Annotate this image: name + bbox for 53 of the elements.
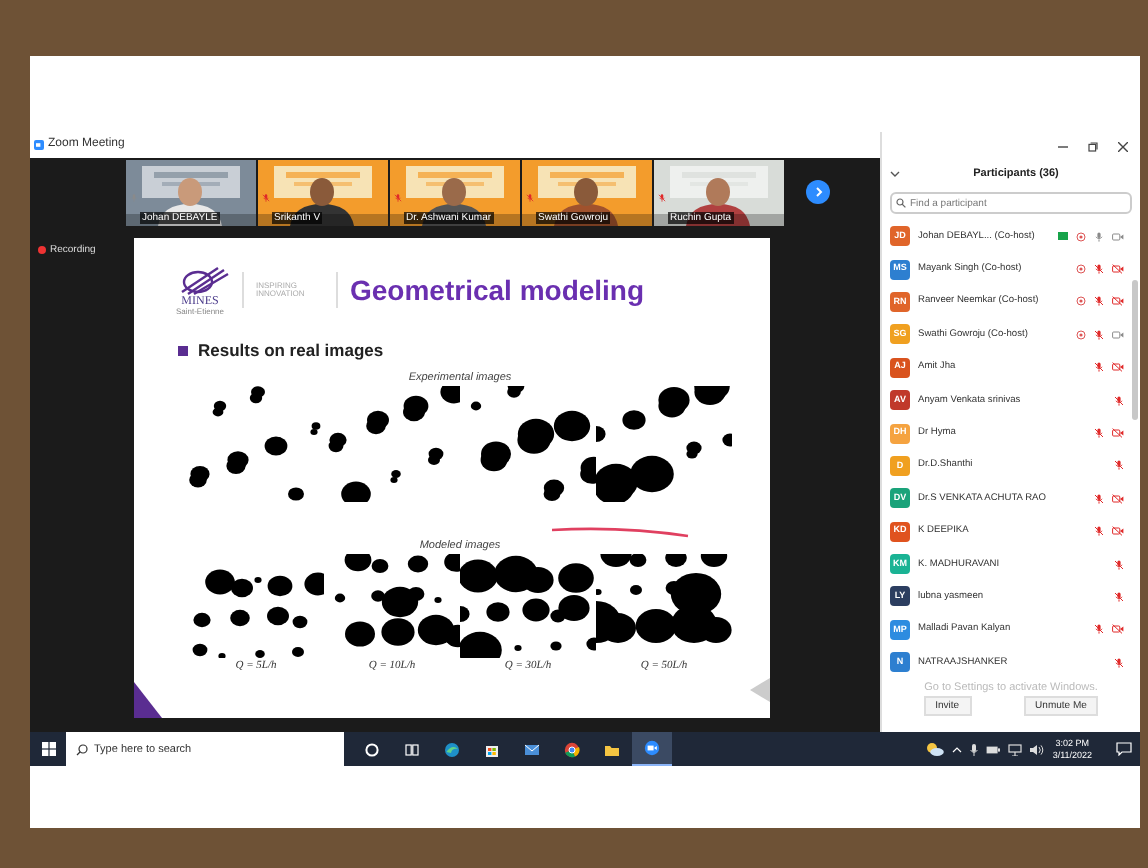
battery-icon[interactable] <box>986 745 1001 753</box>
triangle-decoration <box>750 678 770 702</box>
minimize-icon[interactable] <box>1058 141 1068 151</box>
muted-mic-icon[interactable] <box>1094 264 1104 275</box>
video-camera-icon[interactable] <box>1112 329 1124 340</box>
weather-icon[interactable] <box>926 742 945 756</box>
video-off-icon[interactable] <box>1112 264 1124 275</box>
video-camera-icon <box>644 740 660 756</box>
video-camera-icon[interactable] <box>1112 231 1124 242</box>
muted-mic-icon[interactable] <box>1094 493 1104 504</box>
windows-start-icon[interactable] <box>41 742 55 756</box>
muted-mic-icon[interactable] <box>1094 526 1104 537</box>
muted-mic-icon[interactable] <box>1114 591 1124 602</box>
video-off-icon[interactable] <box>1112 296 1124 307</box>
speaker-icon[interactable] <box>1030 743 1045 755</box>
edge-browser-icon <box>444 741 460 757</box>
muted-mic-icon[interactable] <box>1114 657 1124 668</box>
video-off-icon[interactable] <box>1112 624 1124 635</box>
muted-mic-icon[interactable] <box>1094 329 1104 340</box>
triangle-decoration <box>134 682 162 718</box>
microphone-icon[interactable] <box>970 743 979 755</box>
video-off-icon[interactable] <box>1112 362 1124 373</box>
video-off-icon[interactable] <box>1112 493 1124 504</box>
restore-icon[interactable] <box>1088 141 1098 151</box>
chevron-icon[interactable] <box>890 170 900 178</box>
bullet-icon <box>178 345 188 356</box>
circle-icon <box>364 741 380 757</box>
muted-mic-icon[interactable] <box>1094 296 1104 307</box>
network-icon[interactable] <box>1008 743 1023 755</box>
video-off-icon[interactable] <box>1112 428 1124 439</box>
video-off-icon[interactable] <box>1112 526 1124 537</box>
next-page-button[interactable] <box>806 180 830 204</box>
folder-icon <box>604 741 620 757</box>
close-icon[interactable] <box>1118 141 1128 151</box>
muted-mic-icon[interactable] <box>1114 559 1124 570</box>
muted-mic-icon[interactable] <box>1094 362 1104 373</box>
muted-mic-icon[interactable] <box>658 194 666 203</box>
mail-icon <box>524 741 540 757</box>
store-bag-icon <box>484 741 500 757</box>
scrollbar[interactable] <box>1132 280 1138 420</box>
notification-icon[interactable] <box>1116 742 1132 756</box>
slide-title: Geometrical modeling <box>350 271 645 310</box>
chrome-browser-icon <box>564 741 580 757</box>
muted-mic-icon[interactable] <box>1114 395 1124 406</box>
mic-icon[interactable] <box>1094 231 1104 242</box>
chevron-up-icon[interactable] <box>952 745 963 753</box>
muted-mic-icon[interactable] <box>1114 460 1124 471</box>
task-view-icon <box>404 741 420 757</box>
annotation-stroke <box>550 526 690 538</box>
chevron-right-icon <box>813 186 823 198</box>
muted-mic-icon[interactable] <box>1094 428 1104 439</box>
bullet-text: Results on real images <box>198 338 384 364</box>
muted-mic-icon[interactable] <box>1094 624 1104 635</box>
